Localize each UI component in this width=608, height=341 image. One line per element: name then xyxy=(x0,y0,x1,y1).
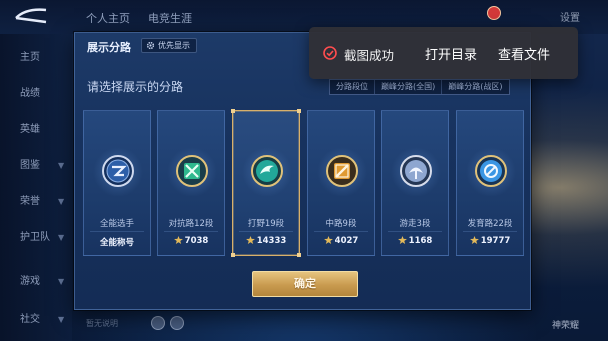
dialog-subtitle: 请选择展示的分路 xyxy=(87,80,184,94)
back-icon[interactable] xyxy=(12,6,52,26)
sidebar-item-label: 英雄 xyxy=(20,124,40,135)
sidebar-item-guard-team[interactable]: 护卫队 ▼ xyxy=(0,224,72,252)
lane-value-row: 19777 xyxy=(457,236,523,246)
lane-value-row: 7038 xyxy=(158,236,224,246)
clash-lane-badge-icon xyxy=(176,155,208,187)
star-icon xyxy=(469,236,479,244)
sidebar-item-codex[interactable]: 图鉴 ▼ xyxy=(0,152,72,180)
lane-card-all-round[interactable]: 全能选手 全能称号 xyxy=(83,110,151,256)
confirm-button[interactable]: 确定 xyxy=(252,271,358,297)
sidebar-item-label: 图鉴 xyxy=(20,160,40,171)
lane-value: 1168 xyxy=(408,236,433,246)
settings-label[interactable]: 设置 xyxy=(560,9,580,24)
dialog-title: 展示分路 xyxy=(87,41,131,54)
sidebar-item-label: 主页 xyxy=(20,52,40,63)
chevron-down-icon: ▼ xyxy=(58,233,65,242)
sidebar-item-label: 护卫队 xyxy=(20,232,50,243)
view-file-link[interactable]: 查看文件 xyxy=(498,44,550,63)
lane-card-mid[interactable]: 中路9段 4027 xyxy=(307,110,375,256)
lane-value: 全能称号 xyxy=(99,238,134,248)
selection-corner xyxy=(297,253,301,257)
sidebar-item-honors[interactable]: 荣誉 ▼ xyxy=(0,188,72,216)
open-directory-link[interactable]: 打开目录 xyxy=(425,44,477,63)
selection-corner xyxy=(231,109,235,113)
chevron-down-icon: ▼ xyxy=(58,315,65,324)
lane-value-row: 4027 xyxy=(308,236,374,246)
farm-lane-badge-icon xyxy=(475,155,507,187)
selection-corner xyxy=(297,109,301,113)
emoji-icon[interactable] xyxy=(151,316,165,330)
sidebar-item-social[interactable]: 社交 ▼ xyxy=(0,306,72,334)
voice-icon[interactable] xyxy=(170,316,184,330)
avatar[interactable] xyxy=(487,6,501,20)
sidebar-item-records[interactable]: 战绩 xyxy=(0,80,72,108)
tab-peak-national[interactable]: 巅峰分路(全国) xyxy=(375,80,443,94)
tab-lane-rank[interactable]: 分路段位 xyxy=(330,80,375,94)
lane-card-roam[interactable]: 游走3段 1168 xyxy=(381,110,449,256)
lane-name: 发育路22段 xyxy=(467,219,513,229)
check-circle-icon xyxy=(323,46,337,60)
star-icon xyxy=(173,236,183,244)
jungle-badge-icon xyxy=(251,155,283,187)
mid-lane-badge-icon xyxy=(326,155,358,187)
star-icon xyxy=(245,236,255,244)
gear-icon xyxy=(146,41,155,50)
lane-value: 19777 xyxy=(480,236,511,246)
screenshot-toast: 截图成功 打开目录 查看文件 xyxy=(309,27,578,79)
priority-display-button[interactable]: 优先显示 xyxy=(141,38,197,53)
lane-card-jungle[interactable]: 打野19段 14333 xyxy=(231,109,301,257)
sidebar-item-label: 战绩 xyxy=(20,88,40,99)
lane-name: 中路9段 xyxy=(325,219,357,229)
sidebar-item-games[interactable]: 游戏 ▼ xyxy=(0,268,72,296)
selection-corner xyxy=(231,253,235,257)
sidebar: 主页 战绩 英雄 图鉴 ▼ 荣誉 ▼ 护卫队 ▼ 游戏 ▼ 社交 ▼ xyxy=(0,34,72,341)
sidebar-item-label: 荣誉 xyxy=(20,196,40,207)
lane-value: 4027 xyxy=(334,236,359,246)
lane-value: 14333 xyxy=(256,236,287,246)
chevron-down-icon: ▼ xyxy=(58,161,65,170)
sidebar-item-heroes[interactable]: 英雄 xyxy=(0,116,72,144)
chevron-down-icon: ▼ xyxy=(58,277,65,286)
all-round-badge-icon xyxy=(102,155,134,187)
roam-badge-icon xyxy=(400,155,432,187)
star-icon xyxy=(323,236,333,244)
lane-name: 全能选手 xyxy=(99,219,134,229)
tab-peak-region[interactable]: 巅峰分路(战区) xyxy=(442,80,508,94)
star-icon xyxy=(397,236,407,244)
tab-esports[interactable]: 电竞生涯 xyxy=(148,10,192,26)
lane-name: 游走3段 xyxy=(399,219,431,229)
lane-value: 7038 xyxy=(184,236,209,246)
chevron-down-icon: ▼ xyxy=(58,197,65,206)
lane-tabs: 分路段位 巅峰分路(全国) 巅峰分路(战区) xyxy=(329,79,510,95)
priority-display-label: 优先显示 xyxy=(158,41,190,50)
hero-label[interactable]: 神荣耀 xyxy=(552,318,579,331)
chat-input[interactable]: 暂无说明 xyxy=(86,318,148,332)
lane-card-farm[interactable]: 发育路22段 19777 xyxy=(456,110,524,256)
lane-value-row: 14333 xyxy=(233,236,299,246)
lane-card-clash[interactable]: 对抗路12段 7038 xyxy=(157,110,225,256)
lane-value-row: 1168 xyxy=(382,236,448,246)
lane-name: 打野19段 xyxy=(247,219,285,229)
toast-message: 截图成功 xyxy=(344,48,395,63)
sidebar-item-label: 社交 xyxy=(20,314,40,325)
sidebar-item-home[interactable]: 主页 xyxy=(0,44,72,72)
tab-profile[interactable]: 个人主页 xyxy=(86,10,130,26)
lane-card-list: 全能选手 全能称号 对抗路12段 7038 打野19段 14333 中路9段 4… xyxy=(83,109,524,257)
sidebar-item-label: 游戏 xyxy=(20,276,40,287)
lane-name: 对抗路12段 xyxy=(168,219,214,229)
